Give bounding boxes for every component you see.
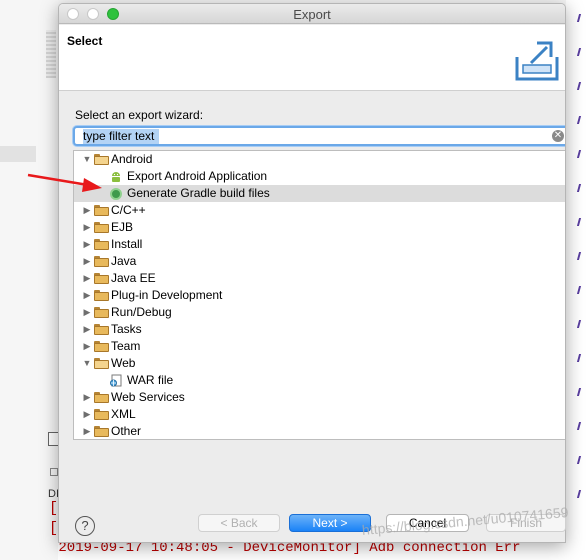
background-scroll-marker [46,30,56,78]
background-window-right [566,0,586,540]
background-window-left: DI [ [ [0,0,60,560]
war-file-icon [110,374,122,387]
export-dialog: Export Select Select an export wizard: ✕… [58,3,566,543]
chevron-right-icon[interactable]: ▶ [82,219,92,236]
tree-item-label: XML [111,407,136,421]
wizard-label: Select an export wizard: [75,108,204,122]
gradle-icon [110,188,122,200]
chevron-down-icon[interactable]: ▼ [82,355,92,372]
tree-item-label: Install [111,237,143,251]
export-banner-icon [515,41,559,81]
chevron-right-icon[interactable]: ▶ [82,236,92,253]
folder-icon [94,307,109,318]
tree-item-label: Run/Debug [111,305,172,319]
chevron-right-icon[interactable]: ▶ [82,338,92,355]
tree-item-label: Team [111,339,141,353]
console-line: [ [49,500,59,517]
tree-item-generate-gradle-build-files[interactable]: Generate Gradle build files [74,185,565,202]
tree-item-export-android-application[interactable]: Export Android Application [74,168,565,185]
view-toolbar-icon [50,468,58,476]
tree-item-label: Export Android Application [127,169,268,183]
tree-item-run-debug[interactable]: ▶ Run/Debug [74,304,565,321]
folder-open-icon [94,154,109,165]
tree-item-tasks[interactable]: ▶ Tasks [74,321,565,338]
console-line: [ [49,520,59,537]
background-console: [2019-09-17 10:48:05 - DeviceMonitor] Ad… [58,540,586,560]
window-title: Export [293,7,331,22]
page-title: Select [67,34,103,48]
chevron-right-icon[interactable]: ▶ [82,287,92,304]
chevron-right-icon[interactable]: ▶ [82,321,92,338]
titlebar: Export [59,4,565,24]
filter-input[interactable] [83,129,543,143]
tree-item-android[interactable]: ▼ Android [74,151,565,168]
folder-icon [94,290,109,301]
tree-item-label: WAR file [127,373,174,387]
clear-icon[interactable]: ✕ [552,130,564,142]
folder-icon [94,205,109,216]
tree-item-label: EJB [111,220,134,234]
tree-item-war-file[interactable]: WAR file [74,372,565,389]
tree-item-install[interactable]: ▶ Install [74,236,565,253]
tree-item-ejb[interactable]: ▶ EJB [74,219,565,236]
chevron-right-icon[interactable]: ▶ [82,202,92,219]
folder-open-icon [94,358,109,369]
folder-icon [94,256,109,267]
tree-item-label: Generate Gradle build files [127,186,270,200]
tree-item-team[interactable]: ▶ Team [74,338,565,355]
folder-icon [94,409,109,420]
chevron-right-icon[interactable]: ▶ [82,423,92,439]
tree-item-c-cpp[interactable]: ▶ C/C++ [74,202,565,219]
folder-icon [94,341,109,352]
android-icon [112,172,120,182]
tree-item-label: Tasks [111,322,142,336]
tree-item-label: C/C++ [111,203,146,217]
tree-item-label: Android [111,152,153,166]
folder-icon [94,239,109,250]
tree-item-xml[interactable]: ▶ XML [74,406,565,423]
chevron-right-icon[interactable]: ▶ [82,304,92,321]
next-button[interactable]: Next > [289,514,371,532]
tree-item-plug-in-development[interactable]: ▶ Plug-in Development [74,287,565,304]
tree-item-web-services[interactable]: ▶ Web Services [74,389,565,406]
tree-item-label: Web Services [111,390,185,404]
background-panel-edge [0,146,36,162]
back-button[interactable]: < Back [198,514,280,532]
chevron-right-icon[interactable]: ▶ [82,406,92,423]
tree-item-web[interactable]: ▼ Web [74,355,565,372]
tree-item-label: Plug-in Development [111,288,223,302]
filter-field[interactable]: ✕ [73,126,565,146]
wizard-tree[interactable]: ▼ Android Export Android Application Gen… [73,150,565,440]
chevron-right-icon[interactable]: ▶ [82,389,92,406]
tree-item-java-ee[interactable]: ▶ Java EE [74,270,565,287]
folder-icon [94,392,109,403]
tree-item-java[interactable]: ▶ Java [74,253,565,270]
chevron-right-icon[interactable]: ▶ [82,270,92,287]
folder-icon [94,324,109,335]
folder-icon [94,273,109,284]
tree-item-label: Other [111,424,142,438]
tree-item-label: Java EE [111,271,156,285]
annotation-arrow-icon [27,173,102,192]
chevron-right-icon[interactable]: ▶ [82,253,92,270]
folder-icon [94,426,109,437]
tree-item-label: Web [111,356,136,370]
help-button[interactable]: ? [75,516,95,536]
tree-item-other[interactable]: ▶ Other [74,423,565,439]
tree-item-label: Java [111,254,137,268]
wizard-header: Select [59,25,565,91]
folder-icon [94,222,109,233]
